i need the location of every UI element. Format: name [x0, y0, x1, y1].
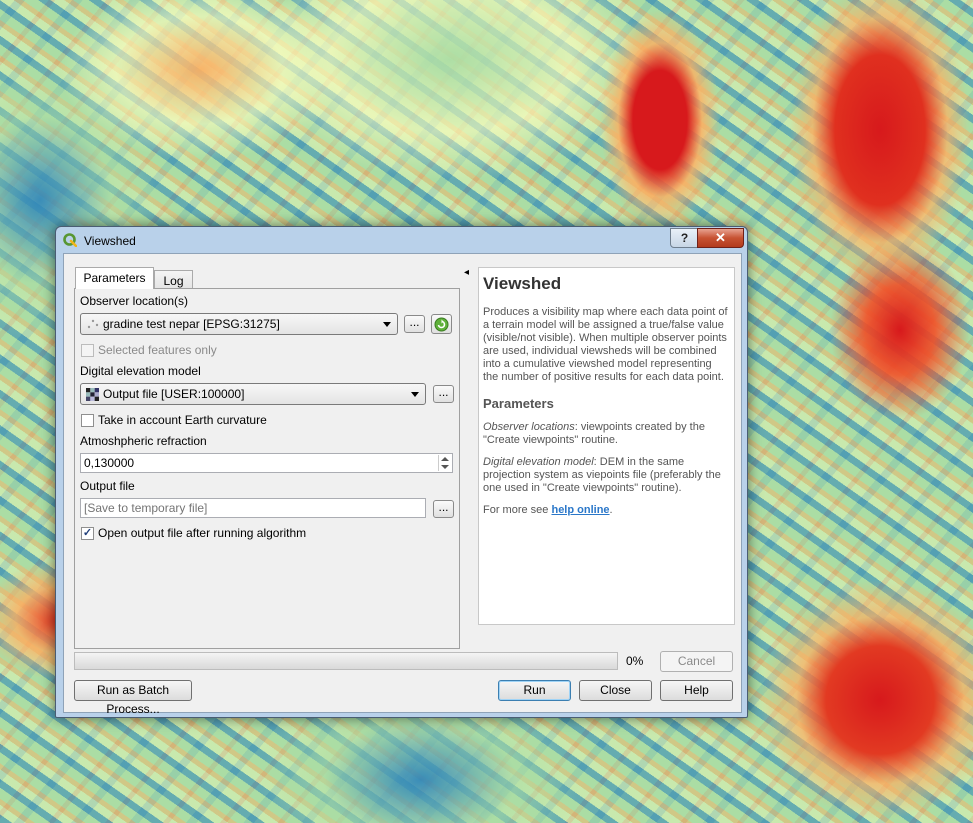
help-dem-param: Digital elevation model: DEM in the same…: [483, 456, 730, 495]
help-more-suffix: .: [609, 504, 613, 516]
refraction-label: Atmoshpheric refraction: [80, 434, 207, 448]
dem-label: Digital elevation model: [80, 364, 201, 378]
dem-browse-button[interactable]: ...: [433, 385, 454, 403]
progress-bar: [74, 652, 618, 670]
spin-up-icon[interactable]: [441, 457, 449, 461]
iterate-refresh-icon: [434, 317, 449, 332]
viewshed-dialog: Viewshed ? ✕ Parameters Log Observer loc…: [55, 226, 748, 718]
chevron-down-icon: [411, 392, 419, 397]
output-file-label: Output file: [80, 479, 135, 493]
observer-location-label: Observer location(s): [80, 294, 189, 308]
tab-parameters[interactable]: Parameters: [75, 267, 154, 289]
earth-curvature-label: Take in account Earth curvature: [98, 413, 267, 427]
help-description: Produces a visibility map where each dat…: [483, 306, 728, 383]
cancel-button[interactable]: Cancel: [660, 651, 733, 672]
run-button[interactable]: Run: [498, 680, 571, 701]
raster-layer-icon: [86, 388, 99, 401]
progress-percent: 0%: [626, 654, 644, 668]
dialog-client-area: Parameters Log Observer location(s) grad…: [63, 253, 742, 716]
refraction-spinbox[interactable]: 0,130000: [80, 453, 453, 473]
dem-value: Output file [USER:100000]: [103, 387, 245, 401]
collapse-panel-icon[interactable]: ◂: [464, 267, 469, 278]
context-help-button[interactable]: ?: [670, 228, 699, 248]
window-close-button[interactable]: ✕: [697, 228, 744, 248]
help-dem-term: Digital elevation model: [483, 456, 594, 468]
close-button[interactable]: Close: [579, 680, 652, 701]
tab-log[interactable]: Log: [154, 270, 193, 290]
qgis-logo-icon: [63, 233, 77, 247]
help-title: Viewshed: [483, 274, 562, 293]
open-output-label: Open output file after running algorithm: [98, 526, 307, 540]
open-output-checkbox[interactable]: ✓: [81, 527, 94, 540]
help-pane: Viewshed Produces a visibility map where…: [478, 267, 735, 625]
point-layer-icon: [87, 319, 99, 329]
earth-curvature-checkbox[interactable]: [81, 414, 94, 427]
spin-arrows[interactable]: [438, 455, 451, 471]
help-more: For more see help online.: [483, 504, 730, 517]
observer-browse-button[interactable]: ...: [404, 315, 425, 333]
observer-location-combo[interactable]: gradine test nepar [EPSG:31275]: [80, 313, 398, 335]
chevron-down-icon: [383, 322, 391, 327]
help-parameters-heading: Parameters: [483, 396, 554, 411]
iterate-button[interactable]: [431, 314, 452, 334]
selected-features-only-label: Selected features only: [98, 343, 217, 357]
help-observer-param: Observer locations: viewpoints created b…: [483, 421, 730, 447]
observer-location-value: gradine test nepar [EPSG:31275]: [103, 317, 280, 331]
help-observer-term: Observer locations: [483, 421, 575, 433]
selected-features-only-checkbox[interactable]: [81, 344, 94, 357]
help-button[interactable]: Help: [660, 680, 733, 701]
refraction-value: 0,130000: [84, 456, 135, 470]
help-more-prefix: For more see: [483, 504, 552, 516]
parameters-panel: Observer location(s) gradine test nepar …: [74, 288, 460, 649]
run-batch-button[interactable]: Run as Batch Process...: [74, 680, 192, 716]
output-file-input[interactable]: [80, 498, 426, 518]
help-online-link[interactable]: help online: [551, 504, 609, 516]
spin-down-icon[interactable]: [441, 465, 449, 469]
output-browse-button[interactable]: ...: [433, 500, 454, 518]
window-title: Viewshed: [84, 234, 136, 248]
title-bar[interactable]: Viewshed ? ✕: [56, 227, 747, 253]
dem-combo[interactable]: Output file [USER:100000]: [80, 383, 426, 405]
